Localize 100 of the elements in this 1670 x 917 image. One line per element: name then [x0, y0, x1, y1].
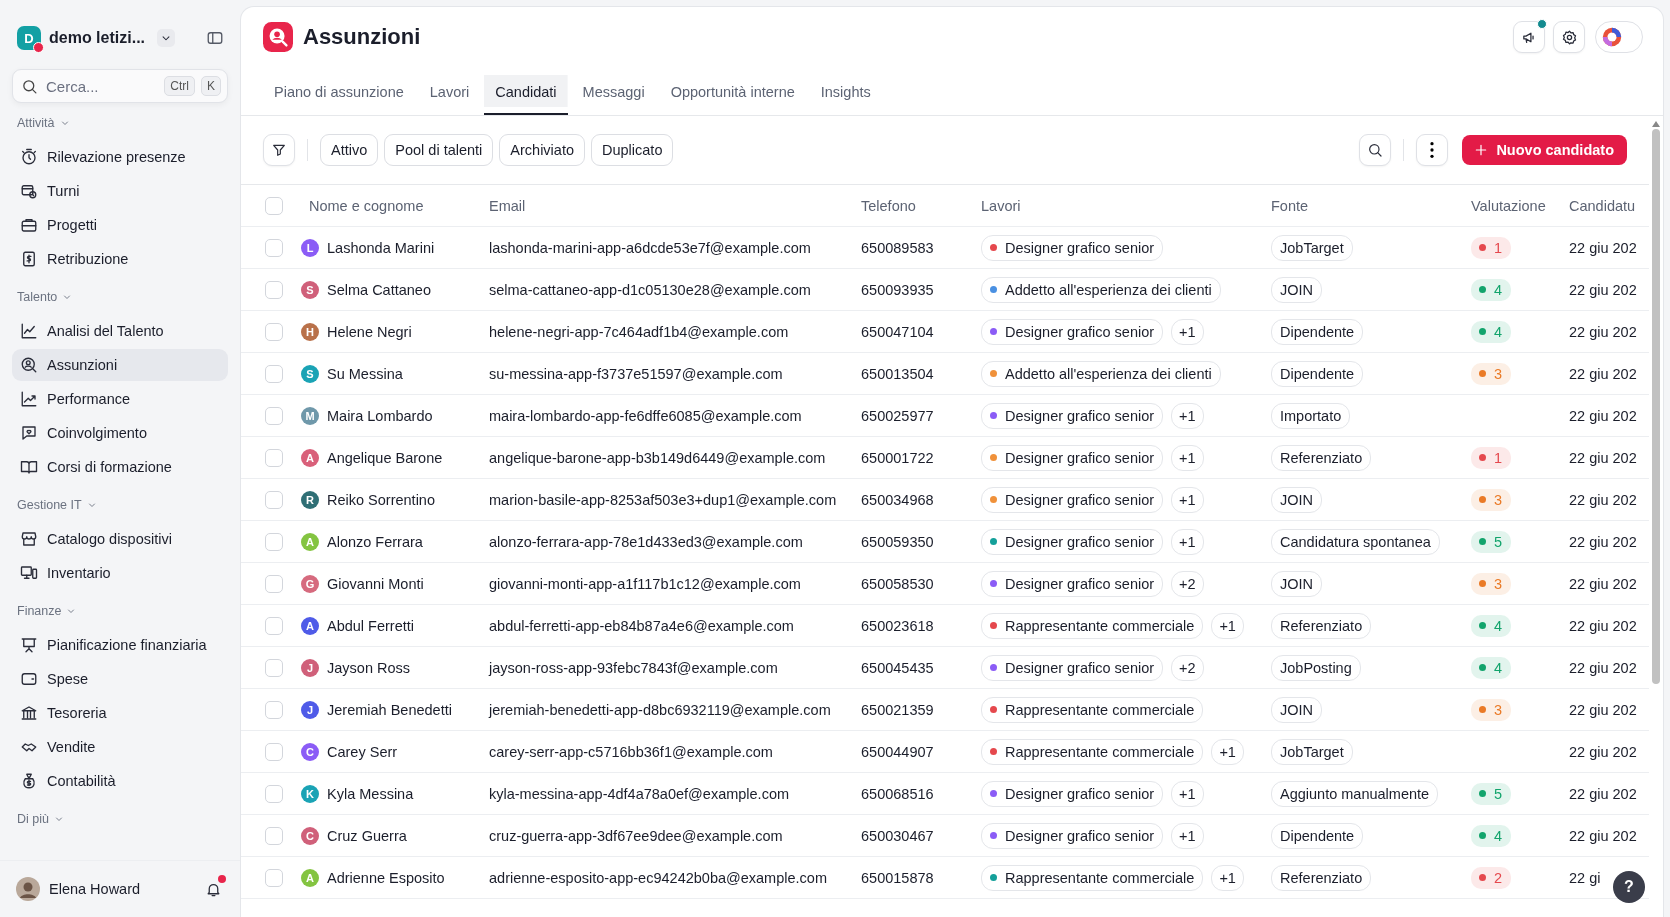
row-checkbox[interactable] — [265, 490, 283, 509]
column-header[interactable]: Valutazione — [1471, 197, 1546, 214]
candidate-name[interactable]: Carey Serr — [327, 743, 398, 760]
row-checkbox[interactable] — [265, 826, 283, 845]
rating-badge: 5 — [1471, 530, 1512, 553]
money-bag-icon — [20, 772, 38, 790]
announcements-button[interactable] — [1513, 21, 1545, 53]
avatar: S — [301, 280, 319, 299]
row-checkbox[interactable] — [265, 574, 283, 593]
section-heading[interactable]: Gestione IT — [17, 498, 82, 512]
candidate-name[interactable]: Jeremiah Benedetti — [327, 701, 452, 718]
applied-date: 22 giu 202 — [1569, 701, 1637, 718]
search-input[interactable]: Cerca... — [44, 76, 159, 96]
user-name[interactable]: Elena Howard — [49, 881, 141, 897]
nav-item[interactable]: Performance — [12, 383, 228, 415]
applied-date: 22 gi — [1569, 869, 1601, 886]
tab[interactable]: Lavori — [418, 67, 481, 115]
row-checkbox[interactable] — [265, 532, 283, 551]
column-header[interactable]: Telefono — [861, 197, 916, 214]
store-icon — [20, 530, 38, 548]
tab[interactable]: Piano di assunzione — [263, 67, 415, 115]
nav-item[interactable]: Pianificazione finanziaria — [12, 629, 228, 661]
candidate-name[interactable]: Giovanni Monti — [327, 575, 424, 592]
row-checkbox[interactable] — [265, 322, 283, 341]
row-checkbox[interactable] — [265, 364, 283, 383]
filter-button[interactable] — [263, 134, 295, 166]
nav-item[interactable]: Analisi del Talento — [12, 315, 228, 347]
workspace-menu-button[interactable] — [157, 29, 175, 47]
candidate-name[interactable]: Su Messina — [327, 365, 403, 382]
select-all-checkbox[interactable] — [265, 196, 283, 215]
row-checkbox[interactable] — [265, 280, 283, 299]
organization-switcher[interactable] — [1595, 21, 1643, 53]
candidate-name[interactable]: Maira Lombardo — [327, 407, 433, 424]
nav-item[interactable]: Tesoreria — [12, 697, 228, 729]
row-checkbox[interactable] — [265, 742, 283, 761]
section-heading[interactable]: Finanze — [17, 604, 62, 618]
candidate-name[interactable]: Reiko Sorrentino — [327, 491, 435, 508]
more-jobs-count: +1 — [1171, 780, 1204, 807]
row-checkbox[interactable] — [265, 784, 283, 803]
nav-item[interactable]: Corsi di formazione — [12, 451, 228, 483]
nav-item[interactable]: Progetti — [12, 209, 228, 241]
filter-chip[interactable]: Pool di talenti — [384, 134, 494, 166]
nav-item[interactable]: Retribuzione — [12, 243, 228, 275]
more-options-button[interactable] — [1416, 134, 1449, 166]
candidate-name[interactable]: Angelique Barone — [327, 449, 443, 466]
filter-chip[interactable]: Duplicato — [591, 134, 674, 166]
email-text: angelique-barone-app-b3b149d6449@example.com — [489, 449, 826, 466]
column-header[interactable]: Email — [489, 197, 526, 214]
nav-item[interactable]: Spese — [12, 663, 228, 695]
nav-item[interactable]: Contabilità — [12, 765, 228, 797]
tab[interactable]: Messaggi — [571, 67, 656, 115]
column-header[interactable]: Nome e cognome — [309, 197, 424, 214]
filter-chip[interactable]: Archiviato — [499, 134, 585, 166]
section-heading[interactable]: Attività — [17, 116, 55, 130]
tab[interactable]: Insights — [809, 67, 882, 115]
row-checkbox[interactable] — [265, 238, 283, 257]
nav-item[interactable]: Rilevazione presenze — [12, 141, 228, 173]
nav-item[interactable]: Inventario — [12, 557, 228, 589]
candidate-name[interactable]: Lashonda Marini — [327, 239, 435, 256]
sidebar-toggle-icon[interactable] — [206, 29, 224, 47]
row-checkbox[interactable] — [265, 616, 283, 635]
section-heading[interactable]: Talento — [17, 290, 58, 304]
candidate-name[interactable]: Adrienne Esposito — [327, 869, 445, 886]
candidate-name[interactable]: Jayson Ross — [327, 659, 410, 676]
filter-chip[interactable]: Attivo — [320, 134, 379, 166]
scroll-up-arrow-icon[interactable] — [1652, 121, 1660, 127]
nav-item[interactable]: Turni — [12, 175, 228, 207]
nav-item[interactable]: Vendite — [12, 731, 228, 763]
section-heading[interactable]: Di più — [17, 812, 49, 826]
candidate-name[interactable]: Helene Negri — [327, 323, 412, 340]
search-button[interactable] — [1359, 134, 1392, 166]
help-button[interactable]: ? — [1613, 871, 1645, 903]
candidate-name[interactable]: Selma Cattaneo — [327, 281, 431, 298]
row-checkbox[interactable] — [265, 658, 283, 677]
nav-item[interactable]: Coinvolgimento — [12, 417, 228, 449]
source-tag: Importato — [1271, 402, 1351, 429]
search-icon — [1367, 142, 1384, 158]
source-tag: JOIN — [1271, 570, 1323, 597]
row-checkbox[interactable] — [265, 406, 283, 425]
column-header[interactable]: Lavori — [981, 197, 1021, 214]
new-candidate-button[interactable]: Nuovo candidato — [1462, 135, 1627, 165]
calendar-clock-icon — [20, 182, 38, 200]
search-bar[interactable]: Cerca... Ctrl K — [12, 69, 228, 103]
candidate-name[interactable]: Kyla Messina — [327, 785, 414, 802]
column-header[interactable]: Fonte — [1271, 197, 1309, 214]
row-checkbox[interactable] — [265, 448, 283, 467]
settings-button[interactable] — [1553, 21, 1585, 53]
applied-date: 22 giu 202 — [1569, 407, 1637, 424]
candidate-name[interactable]: Alonzo Ferrara — [327, 533, 423, 550]
candidate-name[interactable]: Abdul Ferretti — [327, 617, 415, 634]
nav-item[interactable]: Assunzioni — [12, 349, 228, 381]
scrollbar-thumb[interactable] — [1652, 129, 1660, 684]
nav-item[interactable]: Catalogo dispositivi — [12, 523, 228, 555]
column-header[interactable]: Candidatu — [1569, 197, 1636, 214]
job-tag: Designer grafico senior — [981, 402, 1164, 429]
row-checkbox[interactable] — [265, 700, 283, 719]
candidate-name[interactable]: Cruz Guerra — [327, 827, 407, 844]
tab[interactable]: Opportunità interne — [659, 67, 806, 115]
book-icon — [20, 458, 38, 476]
row-checkbox[interactable] — [265, 868, 283, 887]
